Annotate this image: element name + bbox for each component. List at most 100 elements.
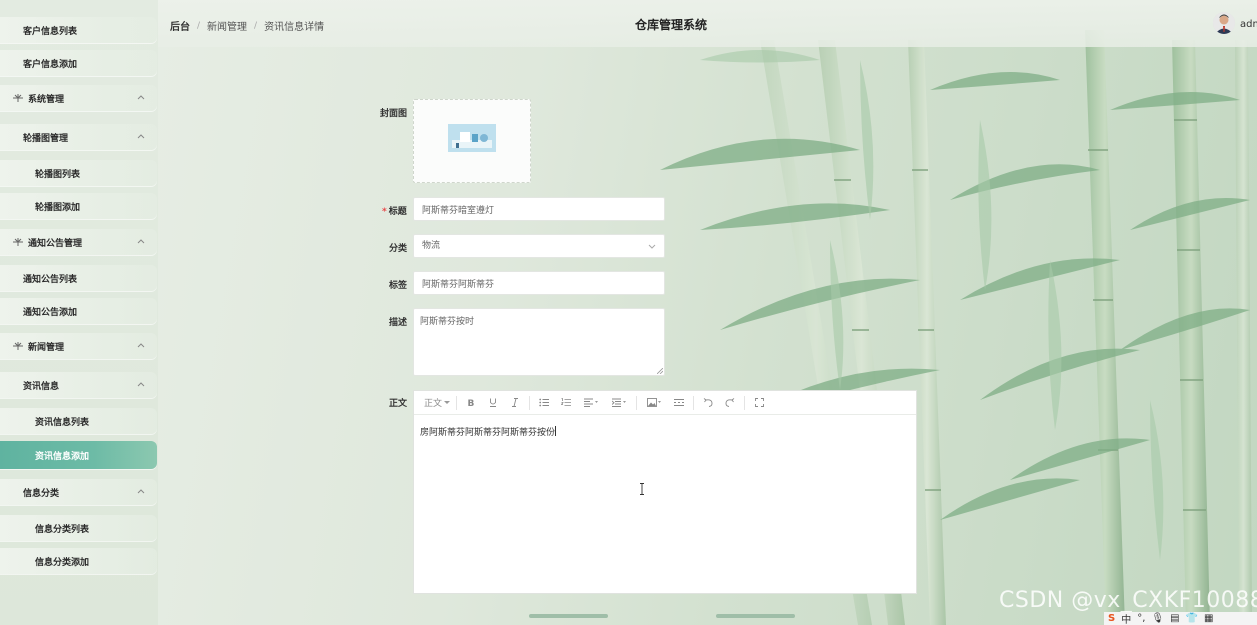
redo-icon — [725, 398, 735, 407]
sidebar-group-notice[interactable]: 通知公告管理 — [0, 229, 157, 255]
toolbar-divider — [456, 395, 457, 410]
avatar[interactable] — [1213, 12, 1235, 34]
system-tray: S 中 °, 🎙 ▤ 👕 ▦ — [1104, 612, 1257, 625]
sidebar-item-label: 资讯信息添加 — [35, 451, 90, 462]
fullscreen-icon — [754, 398, 764, 407]
bullet-list-button[interactable] — [536, 394, 552, 412]
divider-button[interactable] — [671, 394, 687, 412]
breadcrumb-home[interactable]: 后台 — [170, 18, 190, 33]
sidebar-item-category-list[interactable]: 信息分类列表 — [0, 515, 157, 541]
italic-button[interactable] — [507, 394, 523, 412]
underline-icon — [490, 398, 496, 407]
align-dropdown[interactable] — [580, 394, 602, 412]
user-avatar-icon — [1213, 12, 1235, 34]
sidebar-item-category-add[interactable]: 信息分类添加 — [0, 548, 157, 574]
body-label: 正文 — [389, 399, 408, 409]
sidebar-group-system[interactable]: 系统管理 — [0, 85, 157, 111]
title-input[interactable] — [413, 197, 665, 221]
redo-button[interactable] — [722, 394, 738, 412]
menu-group-icon — [13, 94, 23, 102]
breadcrumb-section[interactable]: 新闻管理 — [207, 18, 247, 33]
toolbar-divider — [693, 395, 694, 410]
title-label: * 标题 — [382, 204, 407, 217]
sidebar-item-carousel-add[interactable]: 轮播图添加 — [0, 193, 157, 219]
bullet-list-icon — [539, 398, 549, 407]
paragraph-format-dropdown[interactable]: 正文 — [420, 394, 450, 412]
chevron-up-icon — [137, 343, 145, 348]
sidebar-item-label: 资讯信息 — [23, 381, 60, 392]
required-mark: * — [382, 207, 387, 217]
chevron-up-icon — [137, 382, 145, 387]
fullscreen-button[interactable] — [751, 394, 767, 412]
horizontal-scrollbar[interactable] — [529, 614, 608, 618]
sidebar-item-notice-list[interactable]: 通知公告列表 — [0, 265, 157, 291]
sidebar-group-carousel[interactable]: 轮播图管理 — [0, 124, 157, 150]
numbered-list-icon — [561, 398, 571, 406]
resize-handle-icon[interactable] — [657, 368, 663, 374]
text-cursor-icon — [640, 483, 644, 495]
tags-label: 标签 — [389, 281, 408, 291]
sidebar-group-category[interactable]: 信息分类 — [0, 479, 157, 505]
chevron-up-icon — [137, 489, 145, 494]
top-bar: 后台 / 新闻管理 / 资讯信息详情 仓库管理系统 adm — [158, 0, 1257, 47]
sidebar-item-carousel-list[interactable]: 轮播图列表 — [0, 160, 157, 186]
sidebar-item-label: 系统管理 — [28, 94, 65, 105]
category-label: 分类 — [389, 244, 408, 254]
breadcrumb: 后台 / 新闻管理 / 资讯信息详情 — [170, 18, 324, 34]
microphone-icon[interactable]: 🎙 — [1151, 613, 1164, 624]
image-dropdown[interactable] — [643, 394, 665, 412]
menu-group-icon — [13, 342, 23, 350]
sidebar-item-notice-add[interactable]: 通知公告添加 — [0, 298, 157, 324]
sidebar-item-info-add[interactable]: 资讯信息添加 — [0, 441, 157, 469]
sidebar-item-info-list[interactable]: 资讯信息列表 — [0, 408, 157, 434]
sogou-ime-icon[interactable]: S — [1108, 613, 1115, 624]
menu-group-icon — [13, 238, 23, 246]
breadcrumb-separator: / — [254, 20, 258, 31]
chevron-up-icon — [137, 134, 145, 139]
editor-text: 房阿斯蒂芬阿斯蒂芬阿斯蒂芬按份 — [420, 428, 556, 438]
bold-button[interactable]: B — [463, 394, 479, 412]
undo-button[interactable] — [700, 394, 716, 412]
description-textarea[interactable]: 阿斯蒂芬按时 — [413, 308, 665, 376]
toolbar-divider — [529, 395, 530, 410]
svg-text:B: B — [468, 399, 475, 407]
ime-mode[interactable]: 中 — [1121, 611, 1131, 625]
sidebar-item-label: 客户信息列表 — [23, 26, 78, 37]
paragraph-format-value: 正文 — [424, 399, 443, 409]
indent-dropdown[interactable] — [608, 394, 630, 412]
sidebar-item-label: 通知公告管理 — [28, 238, 83, 249]
tags-input[interactable] — [413, 271, 665, 295]
editor-content[interactable]: 房阿斯蒂芬阿斯蒂芬阿斯蒂芬按份 — [414, 415, 916, 448]
sidebar-item-label: 信息分类列表 — [35, 524, 90, 535]
undo-icon — [703, 398, 713, 407]
sidebar-item-label: 轮播图管理 — [23, 133, 69, 144]
cover-upload[interactable] — [413, 99, 531, 183]
cover-label: 封面图 — [380, 109, 408, 119]
sidebar-group-news[interactable]: 新闻管理 — [0, 333, 157, 359]
sidebar-group-info[interactable]: 资讯信息 — [0, 372, 157, 398]
category-select[interactable]: 物流 — [413, 234, 665, 258]
numbered-list-button[interactable] — [558, 394, 574, 412]
indent-icon — [612, 398, 626, 407]
sidebar-item-customer-list[interactable]: 客户信息列表 — [0, 17, 157, 43]
underline-button[interactable] — [485, 394, 501, 412]
chevron-up-icon — [137, 239, 145, 244]
align-left-icon — [584, 398, 598, 407]
toolbox-icon[interactable]: ▦ — [1204, 613, 1213, 624]
category-select-value: 物流 — [422, 241, 441, 251]
sidebar-item-label: 通知公告列表 — [23, 274, 78, 285]
keyboard-icon[interactable]: ▤ — [1170, 613, 1179, 624]
skin-icon[interactable]: 👕 — [1186, 613, 1198, 624]
sidebar-item-label: 通知公告添加 — [23, 307, 78, 318]
cover-image-thumbnail — [448, 124, 496, 152]
italic-icon — [512, 398, 518, 407]
sidebar-item-label: 新闻管理 — [28, 342, 65, 353]
sidebar-item-label: 轮播图添加 — [35, 202, 81, 213]
punctuation-icon[interactable]: °, — [1137, 613, 1145, 624]
horizontal-scrollbar-secondary[interactable] — [716, 614, 795, 618]
username[interactable]: adm — [1240, 19, 1257, 30]
description-label: 描述 — [389, 318, 408, 328]
breadcrumb-separator: / — [197, 20, 201, 31]
sidebar-item-customer-add[interactable]: 客户信息添加 — [0, 50, 157, 76]
toolbar-divider — [744, 395, 745, 410]
